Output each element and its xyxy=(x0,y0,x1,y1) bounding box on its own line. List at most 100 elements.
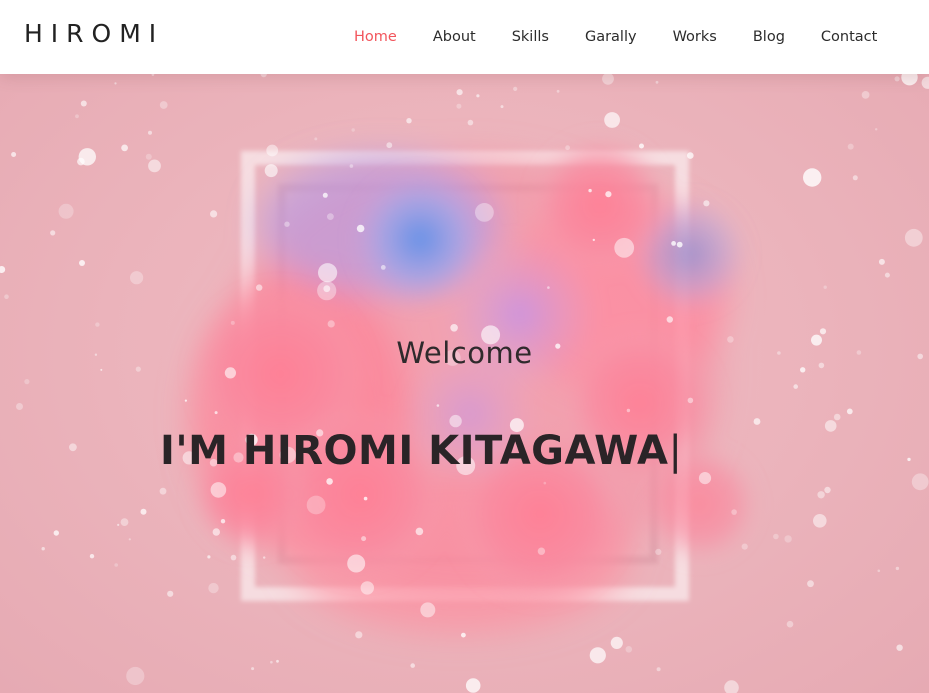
bokeh-dot xyxy=(212,528,220,536)
nav-contact[interactable]: Contact xyxy=(821,29,877,45)
bokeh-dot xyxy=(817,491,825,499)
bokeh-dot xyxy=(753,418,761,425)
bokeh-dot xyxy=(846,408,853,415)
bokeh-dot xyxy=(11,152,17,157)
bokeh-dot xyxy=(896,644,903,651)
nav-garally[interactable]: Garally xyxy=(585,29,637,45)
bokeh-dot xyxy=(807,580,814,588)
bokeh-dot xyxy=(128,538,131,541)
bokeh-dot xyxy=(95,322,100,327)
bokeh-dot xyxy=(687,152,694,159)
bokeh-dot xyxy=(210,210,218,218)
bokeh-dot xyxy=(500,105,504,109)
bokeh-dot xyxy=(904,228,923,247)
bokeh-dot xyxy=(824,420,837,432)
bokeh-dot xyxy=(80,100,87,107)
bokeh-dot xyxy=(803,168,822,187)
nav-home[interactable]: Home xyxy=(354,29,397,45)
bokeh-dot xyxy=(50,230,56,236)
bokeh-dot xyxy=(602,74,614,85)
nav-works[interactable]: Works xyxy=(673,29,717,45)
bokeh-dot xyxy=(894,76,900,82)
bokeh-dot xyxy=(813,514,827,528)
bokeh-dot xyxy=(605,191,612,198)
bokeh-dot xyxy=(671,241,676,246)
bokeh-dot xyxy=(878,258,885,265)
bokeh-dot xyxy=(167,590,174,597)
bokeh-dot xyxy=(69,443,77,452)
bokeh-dot xyxy=(260,74,267,78)
bokeh-dot xyxy=(875,128,878,131)
bokeh-dot xyxy=(351,128,355,132)
bokeh-dot xyxy=(270,660,273,664)
bokeh-dot xyxy=(210,482,227,498)
bokeh-dot xyxy=(824,486,831,494)
bokeh-dot xyxy=(323,285,331,293)
bokeh-dot xyxy=(449,414,462,428)
bokeh-dot xyxy=(41,547,45,551)
bokeh-dot xyxy=(322,192,328,198)
bokeh-dot xyxy=(676,241,683,248)
bokeh-dot xyxy=(703,200,710,207)
bokeh-dot xyxy=(901,74,918,86)
site-logo[interactable]: HIROMI xyxy=(24,19,164,48)
bokeh-dot xyxy=(731,509,737,515)
bokeh-dot xyxy=(230,554,237,561)
bokeh-dot xyxy=(207,555,211,559)
bokeh-dot xyxy=(877,569,881,573)
bokeh-dot xyxy=(547,286,550,289)
nav-about[interactable]: About xyxy=(433,29,476,45)
bokeh-dot xyxy=(465,678,481,693)
bokeh-dot xyxy=(588,188,592,193)
bokeh-dot xyxy=(420,602,436,618)
bokeh-dot xyxy=(16,403,23,410)
bokeh-dot xyxy=(626,408,631,413)
bokeh-dot xyxy=(117,523,120,526)
bokeh-dot xyxy=(58,203,74,219)
bokeh-dot xyxy=(724,680,739,693)
bokeh-dot xyxy=(921,76,929,89)
bokeh-dot xyxy=(355,631,363,639)
bokeh-dot xyxy=(819,328,827,335)
bokeh-dot xyxy=(327,320,335,328)
bokeh-dot xyxy=(475,203,494,222)
bokeh-dot xyxy=(666,316,673,323)
bokeh-dot xyxy=(847,143,854,150)
bokeh-dot xyxy=(543,481,547,485)
bokeh-dot xyxy=(911,473,929,491)
bokeh-dot xyxy=(145,153,152,160)
bokeh-dot xyxy=(0,266,6,273)
bokeh-dot xyxy=(220,519,226,524)
welcome-text: Welcome xyxy=(396,336,533,370)
bokeh-dot xyxy=(79,260,85,266)
bokeh-dot xyxy=(604,112,620,128)
bokeh-dot xyxy=(895,566,900,571)
bokeh-dot xyxy=(537,547,546,555)
bokeh-dot xyxy=(159,487,167,495)
bokeh-dot xyxy=(456,103,462,109)
nav-skills[interactable]: Skills xyxy=(512,29,549,45)
bokeh-dot xyxy=(456,89,463,96)
headline-text: I'M HIROMI KITAGAWA xyxy=(160,428,669,474)
bokeh-dot xyxy=(513,86,518,91)
bokeh-dot xyxy=(114,82,117,85)
bokeh-dot xyxy=(360,581,374,595)
bokeh-dot xyxy=(89,554,95,559)
bokeh-dot xyxy=(823,285,827,289)
bokeh-dot xyxy=(208,582,219,594)
bokeh-dot xyxy=(266,144,279,157)
bokeh-dot xyxy=(639,143,644,149)
bokeh-dot xyxy=(793,384,798,389)
bokeh-dot xyxy=(467,119,474,126)
bokeh-dot xyxy=(592,238,595,242)
bokeh-dot xyxy=(314,137,318,141)
bokeh-dot xyxy=(907,457,911,462)
bokeh-dot xyxy=(556,89,560,93)
bokeh-dot xyxy=(349,164,354,168)
bokeh-dot xyxy=(159,101,168,109)
bokeh-dot xyxy=(214,411,218,415)
bokeh-dot xyxy=(4,294,9,299)
bokeh-dot xyxy=(184,399,187,402)
nav-blog[interactable]: Blog xyxy=(753,29,785,45)
bokeh-dot xyxy=(264,164,278,178)
